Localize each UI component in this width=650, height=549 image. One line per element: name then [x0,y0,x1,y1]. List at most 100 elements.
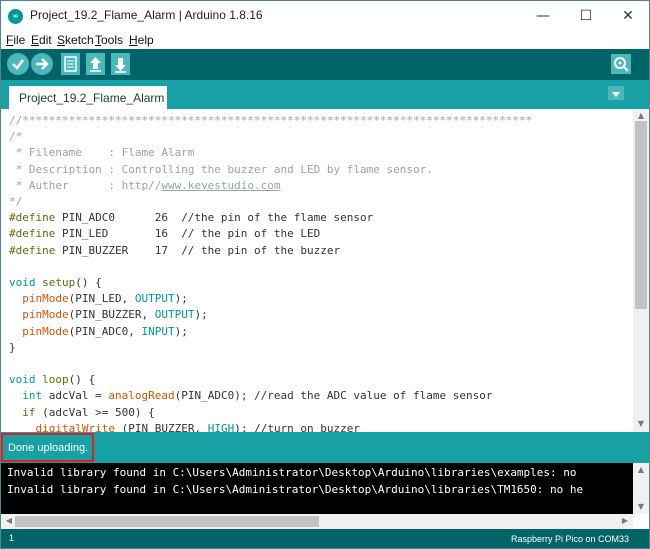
board-port-label: Raspberry Pi Pico on COM33 [510,534,629,544]
pinmode-end: ); [194,308,208,322]
define-keyword: #define [9,243,56,257]
menu-sketch-label: ketch [65,33,94,47]
editor-scroll-thumb[interactable] [635,121,647,309]
code-loop-signature: void loop() { [9,373,95,386]
scroll-down-icon[interactable]: ▼ [633,502,649,512]
code-separator: //**************************************… [9,114,533,127]
digitalwrite-rest: ); //turn on buzzer [234,421,361,432]
define-keyword: #define [9,211,56,225]
code-define-line: #define PIN_LED 16 // the pin of the LED [9,227,320,240]
digitalwrite-fn: digitalWrite [35,421,115,432]
code-setup-signature: void setup() { [9,276,102,289]
chevron-down-icon [612,92,620,97]
pinmode-const: OUTPUT [154,308,195,322]
tab-bar: Project_19.2_Flame_Alarm [1,80,649,109]
menu-file[interactable]: File [6,33,25,47]
adcval-assign: adcVal = [42,389,109,403]
tab-project-sketch[interactable]: Project_19.2_Flame_Alarm [9,86,167,109]
verify-icon [12,59,24,70]
close-button[interactable]: ✕ [608,3,648,29]
pinmode-end: ); [174,324,188,338]
define-body: PIN_LED 16 // the pin of the LED [55,227,321,241]
pinmode-arg: (PIN_ADC0, [68,324,142,338]
title-bar: ∞ Project_19.2_Flame_Alarm | Arduino 1.8… [1,1,649,31]
code-define-line: #define PIN_ADC0 26 //the pin of the fla… [9,211,373,224]
code-loop-line: digitalWrite (PIN_BUZZER, HIGH); //turn … [36,422,361,432]
define-body: PIN_BUZZER 17 // the pin of the buzzer [55,243,341,257]
code-setup-line: pinMode(PIN_BUZZER, OUTPUT); [22,308,207,321]
scroll-up-icon[interactable]: ▲ [633,111,649,121]
open-icon [90,57,101,72]
analogread-rest: (PIN_ADC0); //read the ADC value of flam… [174,389,493,403]
line-number: 1 [9,533,15,543]
console-vertical-scrollbar[interactable]: ▲ ▼ [633,463,649,514]
window-title: Project_19.2_Flame_Alarm | Arduino 1.8.1… [30,8,263,22]
menu-file-label: ile [13,33,26,47]
serial-monitor-button[interactable] [611,54,631,74]
code-setup-line: pinMode(PIN_LED, OUTPUT); [22,292,188,305]
setup-paren: () { [75,276,102,290]
digitalwrite-arg: (PIN_BUZZER, [114,421,208,432]
highlight-box [1,433,94,462]
scroll-down-icon[interactable]: ▼ [633,419,649,429]
status-bar: Done uploading. [1,432,649,463]
setup-name: setup [35,276,76,290]
code-auther-link[interactable]: www.keyestudio.com [161,179,280,192]
maximize-button[interactable]: ☐ [566,3,606,29]
menu-bar: File Edit Sketch Tools Help [1,31,649,49]
code-filename: * Filename : Flame Alarm [9,146,195,160]
scroll-right-icon[interactable]: ▶ [617,516,633,526]
code-editor[interactable]: //**************************************… [1,109,633,432]
if-condition: (adcVal >= 500) { [35,405,155,419]
save-button[interactable] [111,53,130,75]
minimize-button[interactable]: — [523,3,563,29]
void-keyword: void [9,276,36,290]
arduino-ide-window: ∞ Project_19.2_Flame_Alarm | Arduino 1.8… [0,0,650,549]
if-keyword: if [22,405,36,419]
tab-label: Project_19.2_Flame_Alarm [19,91,165,105]
scroll-up-icon[interactable]: ▲ [633,465,649,475]
toolbar [1,49,649,80]
menu-help-mnemonic: H [129,33,138,47]
console-output: Invalid library found in C:\Users\Admini… [1,463,633,514]
verify-button[interactable] [7,53,29,75]
pinmode-arg: (PIN_LED, [68,292,135,306]
menu-help[interactable]: Help [129,33,154,47]
void-keyword: void [9,373,36,387]
pinmode-end: ); [174,292,188,306]
int-keyword: int [22,389,43,403]
loop-paren: () { [68,373,96,387]
menu-sketch[interactable]: Sketch [57,33,94,47]
digitalwrite-const: HIGH [207,421,235,432]
pinmode-fn: pinMode [22,324,69,338]
console-line: Invalid library found in C:\Users\Admini… [7,483,584,496]
code-setup-line: pinMode(PIN_ADC0, INPUT); [22,325,188,338]
editor-vertical-scrollbar[interactable]: ▲ ▼ [633,109,649,432]
console-horizontal-scrollbar[interactable]: ◀ ▶ [1,514,633,529]
menu-edit-label: dit [39,33,52,47]
new-icon [64,56,77,72]
menu-tools[interactable]: Tools [95,33,123,47]
code-comment-open: /* [9,130,23,144]
analogread-fn: analogRead [108,389,175,403]
serial-monitor-icon [614,57,629,72]
code-close-brace: } [9,340,16,354]
code-text: //**************************************… [9,113,532,432]
code-auther-prefix: * Auther : http// [9,178,162,192]
tab-menu-button[interactable] [608,86,624,100]
console-line: Invalid library found in C:\Users\Admini… [7,466,577,479]
code-loop-line: int adcVal = analogRead(PIN_ADC0); //rea… [22,389,492,402]
upload-button[interactable] [31,53,53,75]
menu-edit[interactable]: Edit [31,33,52,47]
menu-tools-label: ools [101,33,124,47]
open-button[interactable] [86,53,105,75]
menu-sketch-mnemonic: S [57,33,66,47]
new-button[interactable] [61,53,80,75]
code-comment-close: */ [9,195,23,209]
menu-help-label: elp [137,33,154,47]
console-scroll-thumb[interactable] [15,516,319,527]
pinmode-fn: pinMode [22,308,69,322]
code-description: * Description : Controlling the buzzer a… [9,162,433,176]
code-define-line: #define PIN_BUZZER 17 // the pin of the … [9,244,340,257]
pinmode-fn: pinMode [22,292,69,306]
